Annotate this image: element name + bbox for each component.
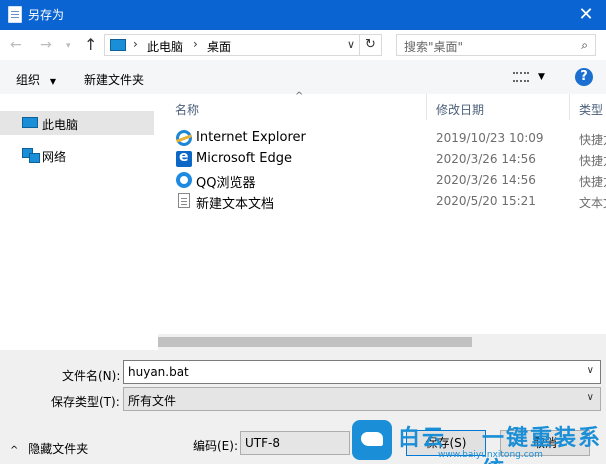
sidebar-item-label: 此电脑 xyxy=(42,118,79,132)
new-folder-button[interactable]: 新建文件夹 xyxy=(84,71,144,88)
refresh-button[interactable]: ↻ xyxy=(359,35,381,55)
file-date: 2020/3/26 14:56 xyxy=(436,173,536,187)
text-document-icon xyxy=(178,193,190,208)
file-row[interactable]: QQ浏览器 2020/3/26 14:56 快捷方式 xyxy=(158,169,606,191)
up-button[interactable]: ↑ xyxy=(84,35,97,54)
file-type: 快捷方式 xyxy=(579,175,606,189)
file-row[interactable]: 新建文本文档 2020/5/20 15:21 文本文档 xyxy=(158,190,606,212)
file-type: 文本文档 xyxy=(579,196,606,210)
twitter-bird-logo-icon xyxy=(352,420,392,460)
organize-menu-button[interactable]: 组织 ▼ xyxy=(16,71,56,88)
sidebar-item-this-pc[interactable]: 此电脑 xyxy=(0,111,154,135)
view-options-icon[interactable] xyxy=(513,72,529,82)
forward-button[interactable]: → xyxy=(40,37,52,53)
column-divider[interactable] xyxy=(569,94,570,120)
sort-ascending-icon: ^ xyxy=(295,91,304,102)
encoding-value: UTF-8 xyxy=(245,436,280,450)
column-header-row: ^ 名称 修改日期 类型 xyxy=(158,91,606,120)
file-name: 新建文本文档 xyxy=(196,197,275,212)
window-title: 另存为 xyxy=(28,8,65,22)
chevron-down-icon[interactable]: ∨ xyxy=(587,365,594,376)
file-date: 2020/3/26 14:56 xyxy=(436,152,536,166)
file-row[interactable]: Internet Explorer 2019/10/23 10:09 快捷方式 xyxy=(158,127,606,148)
recent-locations-button[interactable]: ▾ xyxy=(66,41,71,51)
close-button[interactable]: ✕ xyxy=(566,0,606,30)
sidebar-item-label: 网络 xyxy=(42,150,67,164)
sidebar-item-network[interactable]: 网络 xyxy=(0,143,154,167)
search-input[interactable]: 搜索"桌面" xyxy=(404,38,463,55)
back-button[interactable]: ← xyxy=(10,37,22,53)
horizontal-scrollbar[interactable] xyxy=(158,334,606,350)
address-bar[interactable]: › 此电脑 › 桌面 ∨ ↻ xyxy=(104,34,382,56)
command-toolbar: 组织 ▼ 新建文件夹 ▼ ? xyxy=(0,60,606,94)
filename-value[interactable]: huyan.bat xyxy=(128,365,189,379)
chevron-down-icon: ∨ xyxy=(586,392,594,403)
network-icon xyxy=(22,148,40,163)
help-button[interactable]: ? xyxy=(575,68,593,86)
encoding-label: 编码(E): xyxy=(193,439,238,453)
navigation-pane: 此电脑 网络 xyxy=(0,94,158,350)
watermark-url: www.baiyunxitong.com xyxy=(438,450,543,460)
hide-folders-button[interactable]: ^ 隐藏文件夹 xyxy=(10,440,88,457)
column-header-type[interactable]: 类型 xyxy=(579,101,603,118)
watermark-logo: 白云 一键重装系统 www.baiyunxitong.com xyxy=(352,418,606,464)
column-header-date[interactable]: 修改日期 xyxy=(436,101,484,118)
chevron-up-icon: ^ xyxy=(10,445,19,456)
savetype-select[interactable]: 所有文件 ∨ xyxy=(123,387,601,411)
file-type: 快捷方式 xyxy=(579,133,606,147)
title-bar: 另存为 ✕ xyxy=(0,0,606,30)
breadcrumb-desktop[interactable]: 桌面 xyxy=(207,38,231,55)
address-dropdown-button[interactable]: ∨ xyxy=(347,38,355,51)
file-date: 2019/10/23 10:09 xyxy=(436,131,544,145)
scrollbar-thumb[interactable] xyxy=(158,337,472,347)
file-date: 2020/5/20 15:21 xyxy=(436,194,536,208)
column-header-name[interactable]: 名称 xyxy=(175,101,199,118)
column-divider[interactable] xyxy=(426,94,427,120)
savetype-label: 保存类型(T): xyxy=(51,395,120,409)
breadcrumb-separator[interactable]: › xyxy=(193,37,198,51)
savetype-value: 所有文件 xyxy=(128,394,177,408)
view-options-dropdown[interactable]: ▼ xyxy=(538,72,545,82)
organize-label: 组织 xyxy=(16,73,41,87)
file-row[interactable]: Microsoft Edge 2020/3/26 14:56 快捷方式 xyxy=(158,148,606,169)
search-icon[interactable]: ⌕ xyxy=(581,38,588,53)
search-box[interactable]: 搜索"桌面" ⌕ xyxy=(396,34,596,56)
file-name: Internet Explorer xyxy=(196,130,306,145)
filename-label: 文件名(N): xyxy=(62,369,121,383)
file-name: QQ浏览器 xyxy=(196,176,256,191)
file-type: 快捷方式 xyxy=(579,154,606,168)
breadcrumb-separator[interactable]: › xyxy=(133,37,138,51)
encoding-select[interactable]: UTF-8 xyxy=(240,431,350,455)
file-list: ^ 名称 修改日期 类型 Internet Explorer 2019/10/2… xyxy=(158,91,606,350)
microsoft-edge-icon xyxy=(176,149,192,167)
computer-icon xyxy=(22,117,38,128)
filename-input[interactable]: huyan.bat ∨ xyxy=(123,360,601,384)
computer-icon xyxy=(110,39,126,51)
chevron-down-icon: ▼ xyxy=(49,77,56,86)
breadcrumb-this-pc[interactable]: 此电脑 xyxy=(147,38,183,55)
notepad-icon xyxy=(8,6,22,23)
navigation-bar: ← → ▾ ↑ › 此电脑 › 桌面 ∨ ↻ 搜索"桌面" ⌕ xyxy=(0,30,606,60)
file-name: Microsoft Edge xyxy=(196,151,293,166)
hide-folders-label: 隐藏文件夹 xyxy=(28,442,89,456)
watermark-brand: 白云 xyxy=(398,426,447,451)
qq-browser-icon xyxy=(176,172,192,188)
internet-explorer-icon xyxy=(176,130,192,146)
